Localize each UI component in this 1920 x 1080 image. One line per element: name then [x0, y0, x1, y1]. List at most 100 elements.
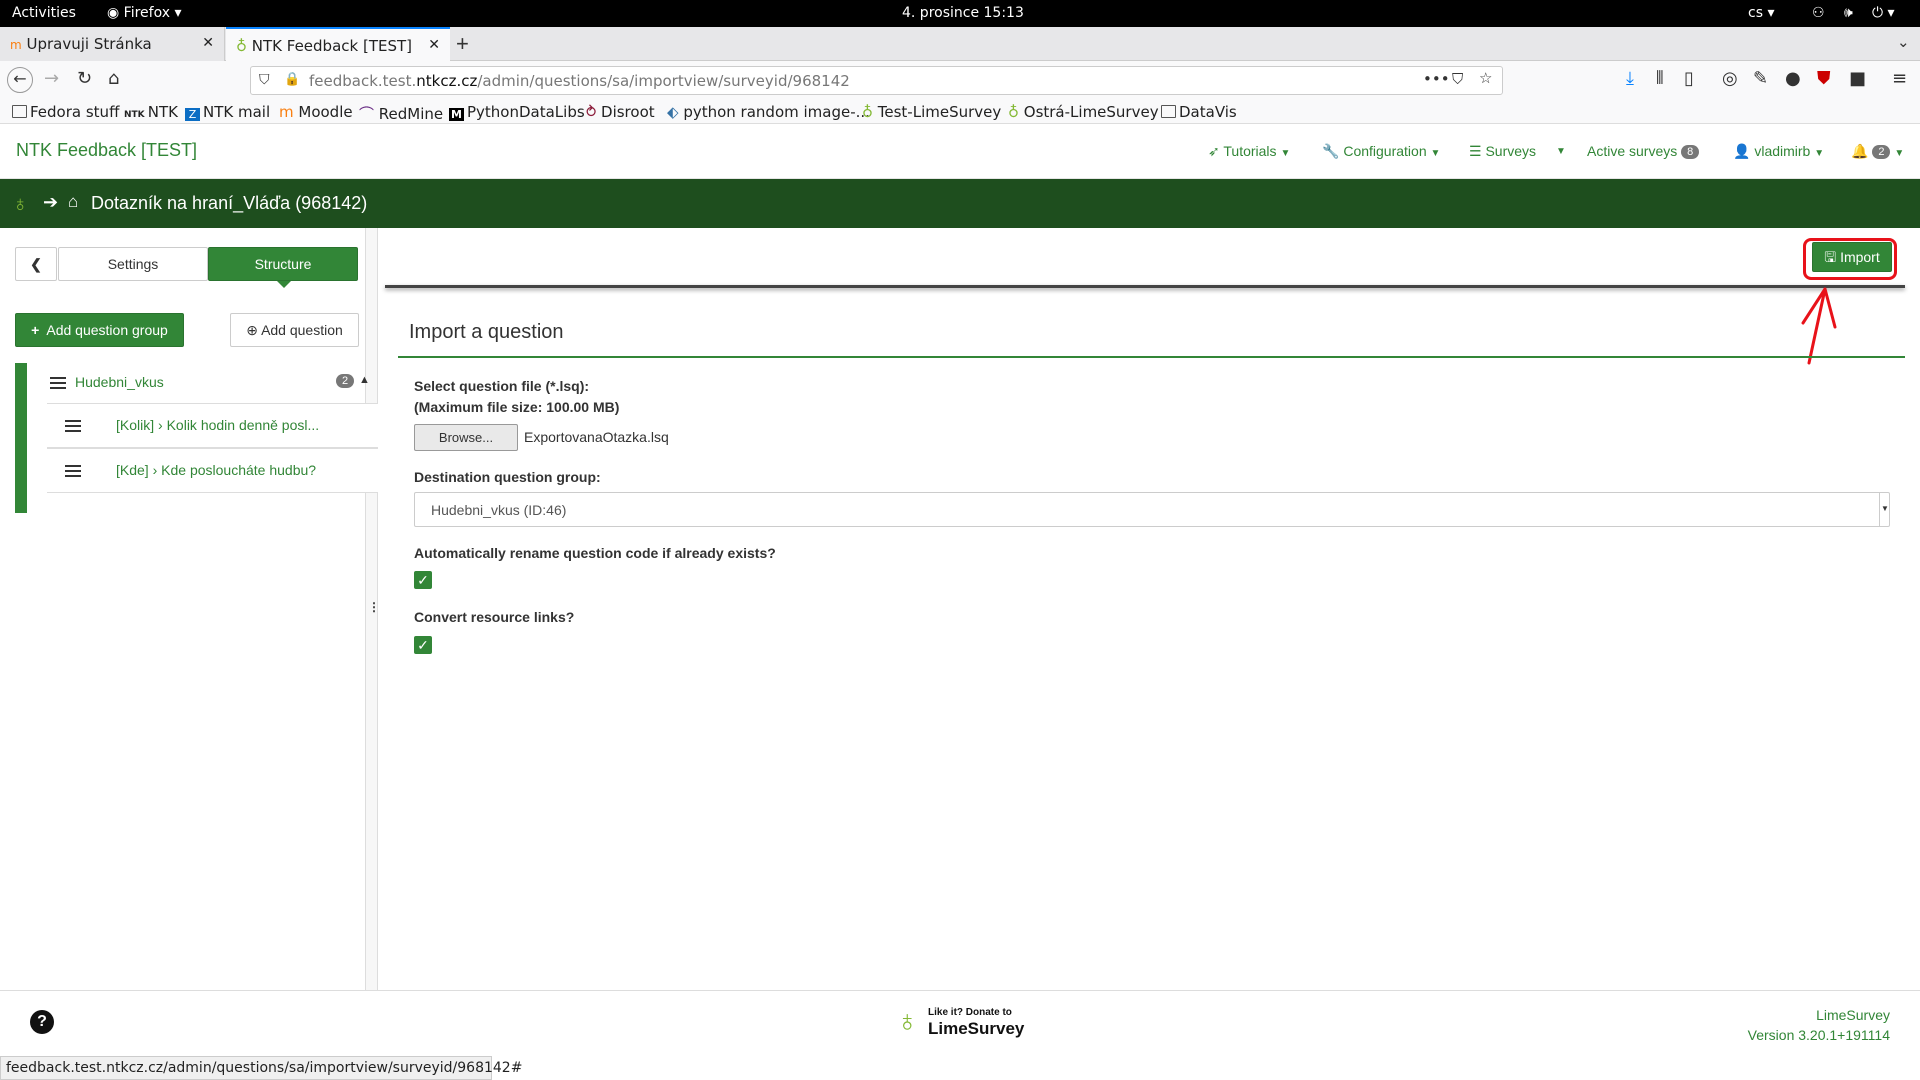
donate-link[interactable]: ♁ Like it? Donate to LimeSurvey	[896, 1005, 1026, 1045]
question-item[interactable]: [Kolik] › Kolik hodin denně posl...	[47, 403, 378, 448]
tab-title: NTK Feedback [TEST]	[251, 37, 412, 55]
reload-icon[interactable]: ↻	[77, 68, 92, 89]
bookmark-label: Fedora stuff	[30, 103, 120, 121]
moodle-favicon-icon: m	[10, 38, 22, 52]
bookmark-ntk[interactable]: NTK NTK	[124, 103, 178, 121]
caret-down-icon: ▼	[1430, 148, 1441, 159]
user-menu[interactable]: 👤 vladimirb ▼	[1733, 143, 1824, 160]
bookmark-star-icon[interactable]: ☆	[1479, 69, 1492, 87]
question-group-name[interactable]: Hudebni_vkus	[75, 374, 164, 390]
bookmark-moodle[interactable]: m Moodle	[279, 103, 353, 121]
tab-structure[interactable]: Structure	[208, 247, 358, 281]
question-item[interactable]: [Kde] › Kde posloucháte hudbu?	[47, 448, 378, 493]
ublock-icon[interactable]: ⛊	[1817, 68, 1831, 89]
close-icon[interactable]: ✕	[202, 35, 214, 51]
select-value: Hudebni_vkus (ID:46)	[431, 502, 567, 518]
bookmark-datavis[interactable]: DataVis	[1161, 103, 1237, 121]
convert-links-checkbox[interactable]: ✓	[414, 636, 432, 654]
surveys-menu[interactable]: ☰ Surveys	[1469, 143, 1536, 160]
url-bar[interactable]: ⛉ 🔒 feedback.test.ntkcz.cz/admin/questio…	[250, 66, 1503, 95]
notifications-menu[interactable]: 🔔 2 ▼	[1851, 143, 1904, 160]
power-icon[interactable]: ⏻ ▾	[1872, 5, 1895, 21]
bookmark-test-limesurvey[interactable]: ♁ Test-LimeSurvey	[862, 103, 1001, 121]
caret-down-icon: ▼	[1814, 148, 1825, 159]
add-question-group-button[interactable]: + Add question group	[15, 313, 184, 347]
survey-title[interactable]: Dotazník na hraní_Vláďa (968142)	[91, 193, 367, 214]
pocket-icon[interactable]: ⛉	[1452, 70, 1463, 88]
sidebar-icon[interactable]: ▯	[1684, 68, 1694, 89]
bookmark-ostra-limesurvey[interactable]: ♁ Ostrá-LimeSurvey	[1008, 103, 1159, 121]
bookmark-label: RedMine	[378, 105, 444, 123]
bookmark-ntk-mail[interactable]: Z NTK mail	[185, 103, 270, 121]
home-icon[interactable]: ⌂	[108, 68, 119, 89]
account-icon[interactable]: ◎	[1722, 68, 1738, 89]
extension-icon[interactable]: ■	[1849, 68, 1866, 89]
page-actions-icon[interactable]: •••	[1423, 70, 1450, 88]
volume-icon[interactable]: 🕪	[1844, 5, 1853, 21]
home-icon[interactable]: ⌂	[68, 192, 78, 212]
drag-handle-icon[interactable]	[65, 420, 81, 432]
network-icon[interactable]: ⚇	[1812, 5, 1825, 21]
sidebar-resize-handle[interactable]: ⋮	[366, 228, 380, 990]
surveys-caret-down-icon[interactable]: ▼	[1556, 146, 1566, 157]
survey-breadcrumb-bar: ♁ ➔ ⌂ Dotazník na hraní_Vláďa (968142)	[0, 179, 1920, 228]
python-icon: ⬖	[667, 103, 684, 121]
bookmark-label: python random image-...	[683, 103, 870, 121]
tutorials-menu[interactable]: ➶ Tutorials ▼	[1208, 143, 1290, 160]
site-brand[interactable]: NTK Feedback [TEST]	[16, 140, 197, 161]
question-text: Kde posloucháte hudbu?	[161, 462, 317, 478]
limesurvey-logo-icon[interactable]: ♁	[12, 191, 29, 217]
bookmark-python-random-image[interactable]: ⬖ python random image-...	[667, 103, 870, 121]
menu-label: vladimirb	[1754, 143, 1811, 159]
rename-checkbox[interactable]: ✓	[414, 571, 432, 589]
destination-group-label: Destination question group:	[414, 469, 601, 485]
shield-icon[interactable]: ⛉	[259, 72, 270, 88]
configuration-menu[interactable]: 🔧 Configuration ▼	[1322, 143, 1440, 160]
menu-label: Active surveys	[1587, 143, 1678, 159]
add-question-button[interactable]: ⊕ Add question	[230, 313, 359, 347]
drag-handle-icon[interactable]	[50, 377, 66, 389]
insecure-lock-icon[interactable]: 🔒	[284, 72, 300, 87]
donate-brand-text: LimeSurvey	[928, 1019, 1025, 1038]
destination-group-select[interactable]: Hudebni_vkus (ID:46) ▼	[414, 492, 1890, 527]
bookmark-disroot[interactable]: ⥁ Disroot	[586, 103, 655, 121]
button-label: Add question group	[46, 322, 168, 338]
activities-button[interactable]: Activities	[12, 5, 76, 21]
caret-up-icon[interactable]: ▲	[359, 374, 370, 386]
firefox-icon: ◉	[107, 5, 120, 21]
selected-file-name: ExportovanaOtazka.lsq	[524, 429, 669, 445]
close-icon[interactable]: ✕	[428, 37, 440, 53]
active-surveys-link[interactable]: Active surveys 8	[1587, 143, 1700, 159]
bookmark-pythondatalibs[interactable]: M PythonDataLibs	[449, 103, 585, 121]
forward-icon[interactable]: →	[44, 68, 59, 89]
firefox-app-menu[interactable]: ◉ Firefox ▾	[107, 5, 182, 21]
language-selector[interactable]: cs ▾	[1748, 5, 1774, 21]
user-icon: 👤	[1733, 143, 1751, 159]
extension-icon[interactable]: ✎	[1753, 68, 1768, 89]
browser-tab-bar: m Upravuji Stránka ✕ ♁ NTK Feedback [TES…	[0, 27, 1920, 61]
library-icon[interactable]: ⫴	[1656, 68, 1664, 89]
bookmark-fedora-stuff[interactable]: Fedora stuff	[12, 103, 119, 121]
browse-button[interactable]: Browse...	[414, 424, 518, 451]
drag-handle-icon[interactable]	[65, 465, 81, 477]
clock[interactable]: 4. prosince 15:13	[902, 5, 1024, 21]
extension-icon[interactable]: ●	[1785, 68, 1801, 89]
help-icon[interactable]: ?	[30, 1010, 54, 1034]
tab-ntk-feedback[interactable]: ♁ NTK Feedback [TEST] ✕	[226, 27, 450, 61]
collapse-sidebar-button[interactable]: ❮	[15, 247, 57, 281]
limesurvey-logo-icon: ♁	[896, 1005, 919, 1038]
question-group-tree: Hudebni_vkus 2 ▲ [Kolik] › Kolik hodin d…	[15, 363, 378, 513]
bookmark-label: PythonDataLibs	[467, 103, 585, 121]
tab-settings[interactable]: Settings	[58, 247, 208, 281]
back-icon[interactable]: ←	[7, 67, 33, 93]
tab-list-chevron-icon[interactable]: ⌄	[1897, 33, 1910, 51]
bookmark-redmine[interactable]: ⌒ RedMine	[359, 103, 443, 124]
product-link[interactable]: LimeSurvey	[1816, 1007, 1890, 1023]
file-label: Select question file (*.lsq):	[414, 378, 590, 394]
tab-upravuji-stranka[interactable]: m Upravuji Stránka ✕	[0, 27, 225, 61]
new-tab-icon[interactable]: +	[456, 31, 469, 57]
limesurvey-icon: ♁	[862, 103, 878, 121]
hamburger-menu-icon[interactable]: ≡	[1892, 68, 1907, 89]
bookmarks-toolbar: Fedora stuff NTK NTK Z NTK mail m Moodle …	[0, 100, 1920, 124]
downloads-icon[interactable]: ⤓	[1626, 68, 1634, 89]
